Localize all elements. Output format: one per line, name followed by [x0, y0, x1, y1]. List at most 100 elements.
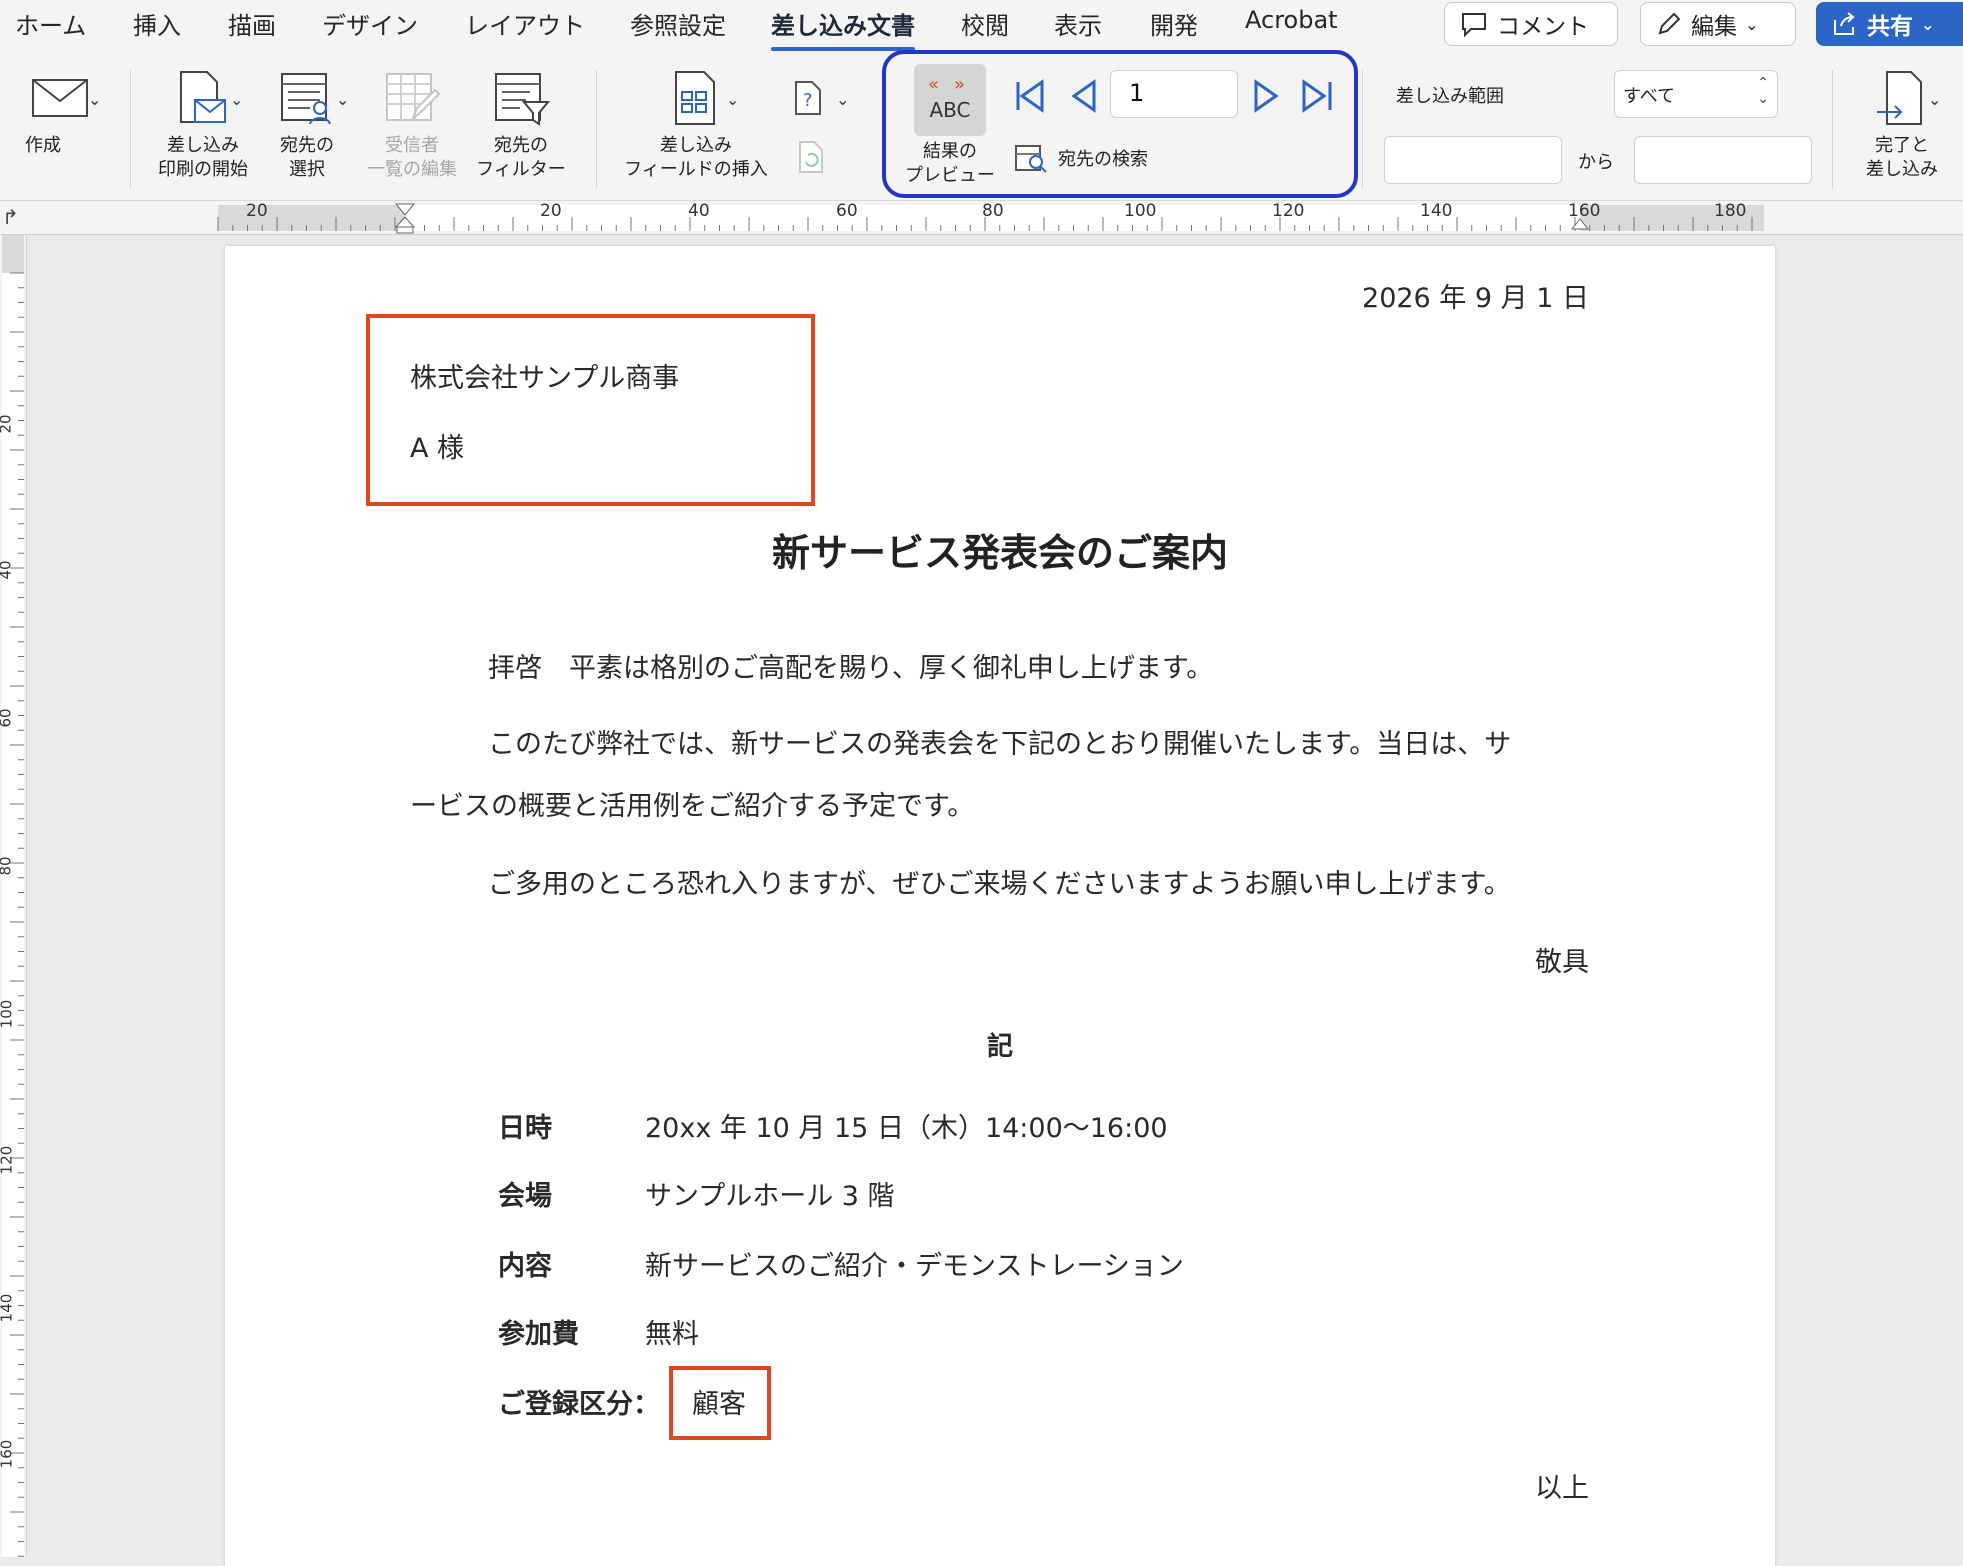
comment-button[interactable]: コメント: [1444, 2, 1618, 46]
tab-developer[interactable]: 開発: [1150, 6, 1198, 41]
indent-marker-icon[interactable]: [393, 201, 417, 234]
tab-review[interactable]: 校閲: [961, 6, 1009, 41]
ruler-label: 80: [0, 856, 15, 876]
finish-merge-button[interactable]: 完了と 差し込み: [1852, 68, 1952, 182]
divider: [130, 70, 131, 188]
ruler-label: 160: [0, 1439, 16, 1469]
letter-title: 新サービス発表会のご案内: [771, 531, 1228, 575]
start-mail-merge-button[interactable]: 差し込み 印刷の開始: [150, 68, 256, 182]
body-request: ご多用のところ恐れ入りますが、ぜひご来場くださいますようお願い申し上げます。: [488, 869, 1511, 900]
divider: [1362, 70, 1363, 188]
edit-recipients-label-1: 受信者: [385, 135, 439, 156]
insert-merge-field-label-2: フィールドの挿入: [624, 159, 768, 180]
detail-value: 20xx 年 10 月 15 日（木）14:00〜16:00: [645, 1113, 1168, 1144]
create-label: 作成: [25, 135, 61, 156]
finish-merge-icon: [1877, 71, 1922, 125]
registration-value: 顧客: [692, 1389, 746, 1420]
tab-home[interactable]: ホーム: [15, 6, 86, 41]
menu-tab-bar: ホーム 挿入 描画 デザイン レイアウト 参照設定 差し込み文書 校閲 表示 開…: [0, 0, 1963, 52]
rules-icon: ?: [795, 81, 821, 115]
insert-merge-field-button[interactable]: 差し込み フィールドの挿入: [616, 68, 776, 182]
ruler-label: 180: [1714, 201, 1747, 221]
edit-recipients-label-2: 一覧の編集: [367, 159, 457, 180]
chevron-down-icon[interactable]: ⌄: [726, 90, 739, 109]
start-mail-merge-label-2: 印刷の開始: [158, 159, 248, 180]
detail-value: サンプルホール 3 階: [645, 1181, 895, 1212]
chevron-down-icon[interactable]: ⌄: [230, 90, 243, 109]
preview-group-highlight: [882, 50, 1358, 198]
ruler-label: 60: [836, 201, 858, 221]
stepper-icon: ⌃ ⌄: [1757, 75, 1769, 107]
ruler-label: 100: [1124, 201, 1157, 221]
share-label: 共有: [1867, 14, 1913, 40]
finish-merge-label-1: 完了と: [1875, 135, 1929, 156]
filter-recipients-label-2: フィルター: [476, 159, 566, 180]
tab-layout[interactable]: レイアウト: [465, 6, 585, 41]
chevron-down-icon: ⌄: [1921, 14, 1935, 34]
chevron-down-icon[interactable]: ⌄: [1928, 90, 1941, 109]
merge-field-icon: [675, 71, 715, 125]
comment-label: コメント: [1497, 14, 1589, 40]
ruler-label: 20: [0, 414, 15, 434]
range-to-input[interactable]: [1634, 136, 1812, 184]
edit-recipient-list-button[interactable]: 受信者 一覧の編集: [362, 68, 462, 182]
ruler-label: 140: [1420, 201, 1453, 221]
ruler-label: 80: [982, 201, 1004, 221]
ki-heading: 記: [986, 1032, 1013, 1062]
body-paragraph-line: ービスの概要と活用例をご紹介する予定です。: [410, 791, 975, 822]
edit-mode-button[interactable]: 編集 ⌄: [1640, 2, 1796, 46]
finish-merge-label-2: 差し込み: [1866, 159, 1938, 180]
recipient-list-icon: [281, 73, 331, 125]
pencil-icon: [1658, 12, 1681, 35]
body-paragraph-line: このたび弊社では、新サービスの発表会を下記のとおり開催いたします。当日は、サ: [488, 729, 1512, 760]
create-button[interactable]: 作成: [14, 74, 106, 158]
share-icon: [1834, 12, 1855, 35]
ruler-label: 120: [1272, 201, 1305, 221]
ruler-label: 120: [0, 1145, 16, 1175]
range-from-input[interactable]: [1384, 136, 1562, 184]
select-recipients-button[interactable]: 宛先の 選択: [262, 68, 352, 182]
ruler-label: 20: [246, 201, 268, 221]
end-word: 以上: [1535, 1473, 1589, 1504]
vertical-ruler: 20 40 60 80 100 120 140 160: [0, 235, 27, 1557]
select-recipients-label-1: 宛先の: [280, 135, 334, 156]
recipient-name: A 様: [410, 433, 465, 464]
share-button[interactable]: 共有 ⌄: [1816, 2, 1963, 46]
select-recipients-label-2: 選択: [289, 159, 325, 180]
tab-insert[interactable]: 挿入: [133, 6, 181, 41]
tab-mailings[interactable]: 差し込み文書: [771, 6, 915, 51]
tab-acrobat[interactable]: Acrobat: [1245, 6, 1338, 34]
chevron-down-icon[interactable]: ⌄: [336, 90, 349, 109]
merge-range-label: 差し込み範囲: [1396, 86, 1504, 107]
detail-label: 会場: [498, 1181, 552, 1212]
envelope-icon: [32, 79, 88, 117]
edit-label: 編集: [1691, 14, 1737, 40]
document-page[interactable]: 2026 年 9 月 1 日 株式会社サンプル商事 A 様 新サービス発表会のご…: [225, 246, 1775, 1566]
ruler-label: 40: [688, 201, 710, 221]
refresh-icon: [799, 141, 823, 173]
body-greeting: 拝啓 平素は格別のご高配を賜り、厚く御礼申し上げます。: [488, 653, 1214, 684]
merge-range-select[interactable]: すべて ⌃ ⌄: [1614, 70, 1778, 118]
svg-text:?: ?: [803, 90, 813, 111]
from-label: から: [1578, 152, 1614, 173]
right-indent-marker-icon[interactable]: [1569, 201, 1591, 234]
letter-date: 2026 年 9 月 1 日: [1362, 283, 1589, 314]
filter-recipients-button[interactable]: 宛先の フィルター: [470, 68, 572, 182]
divider: [596, 70, 597, 188]
closing-word: 敬具: [1535, 947, 1589, 978]
rules-button[interactable]: ?: [792, 78, 826, 122]
document-envelope-icon: [180, 71, 226, 123]
tab-references[interactable]: 参照設定: [630, 6, 726, 41]
chevron-down-icon[interactable]: ⌄: [836, 90, 849, 109]
tab-design[interactable]: デザイン: [322, 6, 418, 41]
chevron-down-icon[interactable]: ⌄: [88, 90, 101, 109]
ruler-label: 40: [0, 560, 15, 580]
comment-icon: [1462, 13, 1486, 38]
tab-view[interactable]: 表示: [1054, 6, 1102, 41]
tab-draw[interactable]: 描画: [228, 6, 276, 41]
detail-label: 日時: [498, 1113, 552, 1144]
detail-value: 新サービスのご紹介・デモンストレーション: [645, 1251, 1184, 1282]
chevron-down-icon: ⌄: [1745, 14, 1759, 34]
detail-value: 無料: [645, 1319, 699, 1350]
update-labels-button[interactable]: [796, 138, 828, 180]
